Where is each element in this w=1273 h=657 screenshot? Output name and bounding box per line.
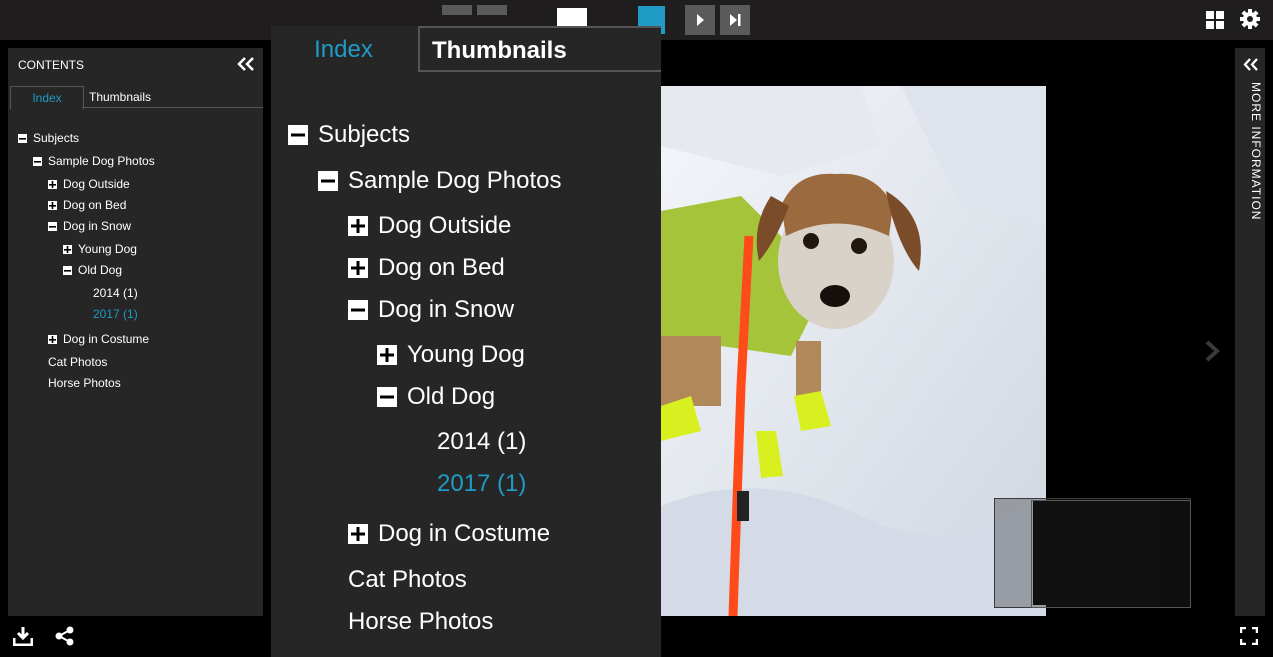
first-page-button[interactable]	[442, 5, 472, 15]
minus-icon[interactable]	[48, 221, 57, 231]
tree-item-cat-photos[interactable]: Cat Photos	[48, 355, 107, 369]
tree-item-label: 2014 (1)	[437, 428, 527, 455]
tree-item-label: Sample Dog Photos	[348, 167, 562, 194]
tree-item-label: 2014 (1)	[93, 286, 138, 300]
plus-icon[interactable]	[348, 258, 368, 278]
minus-icon[interactable]	[348, 300, 368, 320]
fullscreen-icon[interactable]	[1239, 626, 1259, 650]
tree-item-label: Old Dog	[407, 383, 496, 410]
skip-to-end-icon	[730, 14, 741, 26]
tree-item-subjects[interactable]: Subjects	[18, 131, 79, 145]
previous-page-button[interactable]	[477, 5, 507, 15]
tree-item-label: Subjects	[33, 131, 80, 145]
tab-thumbnails-zoomed[interactable]: Thumbnails	[418, 26, 661, 72]
contents-panel: CONTENTS Index Thumbnails Subjects Sampl…	[8, 48, 263, 616]
navigator-viewport-frame[interactable]	[1031, 500, 1191, 608]
tree-item-dog-outside[interactable]: Dog Outside	[48, 177, 130, 191]
plus-icon[interactable]	[48, 334, 57, 344]
gear-icon[interactable]	[1240, 9, 1260, 34]
tree-item-dog-outside-zoomed[interactable]: Dog Outside	[348, 212, 511, 240]
tree-item-dog-in-costume-zoomed[interactable]: Dog in Costume	[348, 520, 550, 548]
tree-item-label: 2017 (1)	[437, 470, 527, 497]
tree-item-old-dog[interactable]: Old Dog	[63, 263, 122, 277]
tree-item-label: Horse Photos	[48, 376, 121, 390]
play-button[interactable]	[685, 5, 715, 35]
tree-item-2017[interactable]: 2017 (1)	[93, 307, 138, 321]
tree-item-cat-photos-zoomed[interactable]: Cat Photos	[348, 566, 467, 594]
tree-item-label: Dog on Bed	[63, 198, 127, 212]
tree-item-dog-in-snow[interactable]: Dog in Snow	[48, 219, 131, 233]
tree-item-dog-in-snow-zoomed[interactable]: Dog in Snow	[348, 296, 514, 324]
tree-item-label: Horse Photos	[348, 608, 494, 635]
tree-item-horse-photos[interactable]: Horse Photos	[48, 376, 121, 390]
tree-item-subjects-zoomed[interactable]: Subjects	[288, 121, 410, 149]
tree-item-young-dog-zoomed[interactable]: Young Dog	[377, 341, 525, 369]
minus-icon[interactable]	[18, 133, 27, 143]
next-image-button[interactable]	[1204, 340, 1220, 367]
contents-title: CONTENTS	[18, 58, 84, 72]
tree-item-label: Dog in Snow	[378, 296, 515, 323]
tree-item-label: Dog in Costume	[378, 520, 551, 547]
tree-item-label: Dog in Snow	[63, 219, 132, 233]
skip-to-end-button[interactable]	[720, 5, 750, 35]
tree-item-dog-in-costume[interactable]: Dog in Costume	[48, 332, 149, 346]
minus-icon[interactable]	[33, 156, 42, 166]
tree-item-2017-zoomed[interactable]: 2017 (1)	[437, 470, 526, 498]
tree-item-2014[interactable]: 2014 (1)	[93, 286, 138, 300]
minus-icon[interactable]	[377, 387, 397, 407]
play-icon	[697, 14, 704, 26]
minus-icon[interactable]	[318, 171, 338, 191]
tree-item-label: Young Dog	[78, 242, 137, 256]
tree-item-label: Dog Outside	[378, 212, 512, 239]
tree-item-label: Cat Photos	[48, 355, 108, 369]
grid-icon[interactable]	[1206, 11, 1224, 34]
double-chevron-left-icon	[1243, 58, 1258, 71]
tree-item-label: 2017 (1)	[93, 307, 138, 321]
tree-item-old-dog-zoomed[interactable]: Old Dog	[377, 383, 495, 411]
plus-icon[interactable]	[48, 200, 57, 210]
tree-item-label: Cat Photos	[348, 566, 467, 593]
tree-item-young-dog[interactable]: Young Dog	[63, 242, 137, 256]
download-icon[interactable]	[12, 626, 34, 651]
tab-index[interactable]: Index	[10, 86, 84, 109]
dog-photo[interactable]	[661, 86, 1046, 616]
chevron-right-icon	[1205, 340, 1220, 362]
plus-icon[interactable]	[348, 524, 368, 544]
dog-in-snow-image	[661, 86, 1046, 616]
tree-item-label: Dog in Costume	[63, 332, 150, 346]
minus-icon[interactable]	[63, 265, 72, 275]
tree-item-label: Dog Outside	[63, 177, 130, 191]
zoomed-contents-panel: Index Thumbnails Subjects Sample Dog Pho…	[271, 26, 661, 657]
tree-item-sample-dog-photos-zoomed[interactable]: Sample Dog Photos	[318, 167, 561, 195]
tree-item-label: Young Dog	[407, 341, 525, 368]
tree-item-label: Subjects	[318, 121, 411, 148]
double-chevron-left-icon	[237, 57, 254, 71]
expand-panel-button[interactable]	[1243, 58, 1259, 76]
tree-item-label: Old Dog	[78, 263, 123, 277]
tree-item-label: Sample Dog Photos	[48, 154, 155, 168]
plus-icon[interactable]	[63, 244, 72, 254]
plus-icon[interactable]	[48, 179, 57, 189]
share-icon[interactable]	[55, 626, 75, 651]
tab-divider	[82, 107, 263, 108]
collapse-panel-button[interactable]	[237, 57, 255, 76]
tab-index-zoomed[interactable]: Index	[271, 26, 416, 74]
tree-item-horse-photos-zoomed[interactable]: Horse Photos	[348, 608, 493, 636]
tree-item-2014-zoomed[interactable]: 2014 (1)	[437, 428, 526, 456]
tree-item-label: Dog on Bed	[378, 254, 505, 281]
tree-item-dog-on-bed-zoomed[interactable]: Dog on Bed	[348, 254, 505, 282]
more-information-label[interactable]: MORE INFORMATION	[1249, 82, 1263, 220]
tab-thumbnails[interactable]: Thumbnails	[84, 86, 156, 108]
plus-icon[interactable]	[377, 345, 397, 365]
tree-item-dog-on-bed[interactable]: Dog on Bed	[48, 198, 126, 212]
tree-item-sample-dog-photos[interactable]: Sample Dog Photos	[33, 154, 155, 168]
plus-icon[interactable]	[348, 216, 368, 236]
minus-icon[interactable]	[288, 125, 308, 145]
